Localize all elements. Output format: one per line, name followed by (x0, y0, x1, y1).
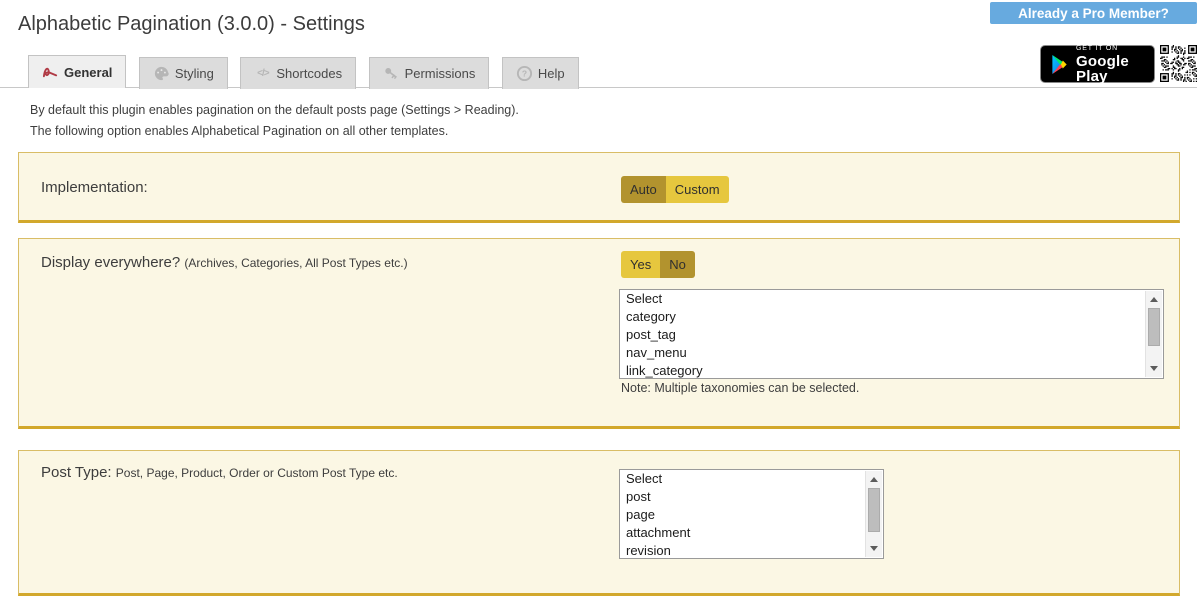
post-type-option[interactable]: post (620, 488, 883, 506)
implementation-toggle: Auto Custom (621, 176, 729, 203)
implementation-panel: Implementation: Auto Custom (18, 152, 1180, 223)
display-yes-button[interactable]: Yes (621, 251, 660, 278)
implementation-custom-button[interactable]: Custom (666, 176, 729, 203)
taxonomy-option[interactable]: link_category (620, 362, 1163, 379)
tab-general[interactable]: General (28, 55, 126, 88)
taxonomy-option[interactable]: Select (620, 290, 1163, 308)
get-it-on-label: GET IT ON (1076, 45, 1145, 52)
post-type-option[interactable]: revision (620, 542, 883, 559)
google-play-label: Google Play (1076, 54, 1145, 84)
question-icon: ? (516, 65, 533, 82)
tab-permissions[interactable]: Permissions (369, 57, 490, 89)
taxonomy-select[interactable]: Select category post_tag nav_menu link_c… (619, 289, 1164, 379)
post-type-select[interactable]: Select post page attachment revision (619, 469, 884, 559)
tab-label: Help (538, 66, 565, 81)
intro-line-2: The following option enables Alphabetica… (30, 124, 448, 138)
pro-member-button[interactable]: Already a Pro Member? (990, 2, 1197, 24)
tab-bar: General Styling </> Shortcodes Permissio… (0, 55, 1197, 88)
tab-shortcodes[interactable]: </> Shortcodes (240, 57, 356, 89)
post-type-main-label: Post Type: (41, 464, 112, 481)
google-play-text: GET IT ON Google Play (1076, 45, 1145, 84)
svg-text:?: ? (522, 69, 527, 79)
palette-icon (153, 65, 170, 82)
post-type-label: Post Type: Post, Page, Product, Order or… (41, 464, 398, 481)
post-type-scrollbar[interactable] (865, 471, 882, 557)
display-everywhere-label: Display everywhere? (Archives, Categorie… (41, 254, 408, 271)
scrollbar-thumb[interactable] (868, 488, 880, 532)
google-play-badge[interactable]: GET IT ON Google Play (1040, 45, 1155, 83)
post-type-option[interactable]: Select (620, 470, 883, 488)
display-everywhere-main-label: Display everywhere? (41, 254, 180, 271)
post-type-option[interactable]: attachment (620, 524, 883, 542)
taxonomy-option[interactable]: nav_menu (620, 344, 1163, 362)
display-no-button[interactable]: No (660, 251, 695, 278)
key-icon (383, 65, 400, 82)
display-everywhere-panel: Display everywhere? (Archives, Categorie… (18, 238, 1180, 429)
scroll-up-icon[interactable] (1150, 297, 1158, 302)
intro-line-1: By default this plugin enables paginatio… (30, 103, 519, 117)
tab-label: Permissions (405, 66, 476, 81)
post-type-option[interactable]: page (620, 506, 883, 524)
tab-label: General (64, 65, 112, 80)
scroll-down-icon[interactable] (1150, 366, 1158, 371)
code-icon: </> (254, 65, 271, 82)
scroll-down-icon[interactable] (870, 546, 878, 551)
page-title: Alphabetic Pagination (3.0.0) - Settings (18, 13, 365, 36)
scrollbar-thumb[interactable] (1148, 308, 1160, 346)
scroll-up-icon[interactable] (870, 477, 878, 482)
post-type-panel: Post Type: Post, Page, Product, Order or… (18, 450, 1180, 596)
qr-code (1160, 45, 1197, 82)
tab-label: Styling (175, 66, 214, 81)
display-everywhere-sublabel: (Archives, Categories, All Post Types et… (184, 256, 407, 270)
tab-label: Shortcodes (276, 66, 342, 81)
display-everywhere-toggle: Yes No (621, 251, 695, 278)
implementation-label: Implementation: (41, 179, 148, 196)
taxonomy-option[interactable]: post_tag (620, 326, 1163, 344)
plugin-logo-icon (42, 64, 59, 81)
taxonomy-note: Note: Multiple taxonomies can be selecte… (621, 381, 859, 395)
tab-styling[interactable]: Styling (139, 57, 228, 89)
implementation-auto-button[interactable]: Auto (621, 176, 666, 203)
tab-help[interactable]: ? Help (502, 57, 579, 89)
post-type-sublabel: Post, Page, Product, Order or Custom Pos… (116, 466, 398, 480)
settings-page: Alphabetic Pagination (3.0.0) - Settings… (0, 0, 1197, 599)
play-store-icon (1050, 54, 1069, 75)
taxonomy-option[interactable]: category (620, 308, 1163, 326)
taxonomy-scrollbar[interactable] (1145, 291, 1162, 377)
